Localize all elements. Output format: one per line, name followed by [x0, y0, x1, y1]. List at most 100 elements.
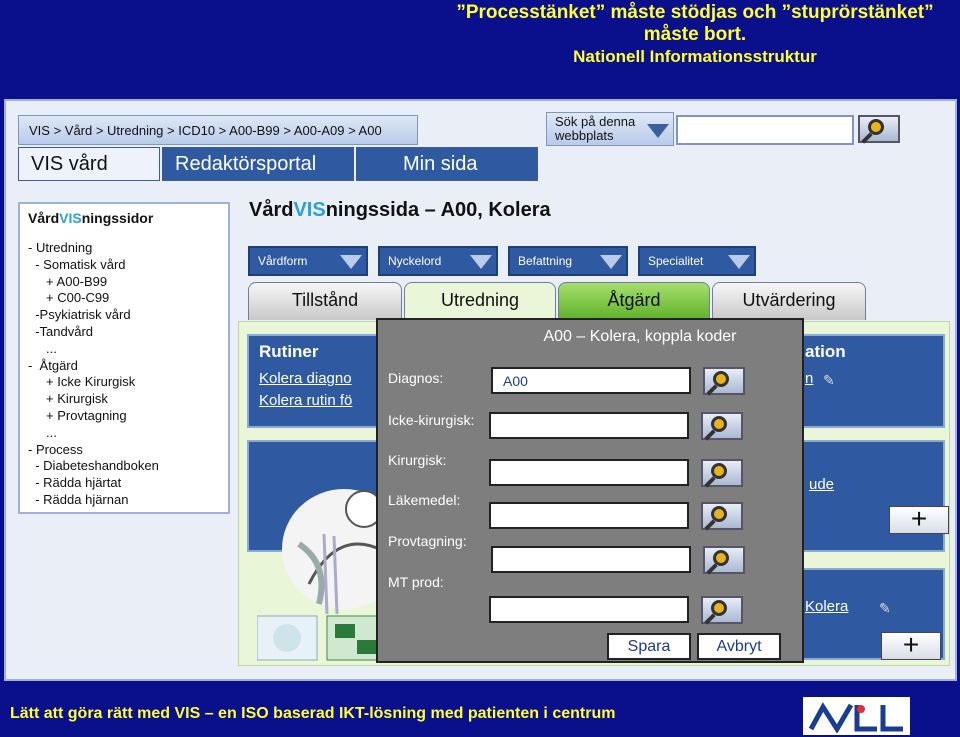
chevron-down-icon: [340, 255, 362, 269]
rutiner-link-diagnos[interactable]: Kolera diagno: [259, 370, 352, 387]
cancel-button[interactable]: Avbryt: [697, 633, 781, 660]
page-title: VårdVISningssida – A00, Kolera: [249, 199, 551, 222]
filter-label: Befattning: [518, 254, 573, 268]
leftnav-item[interactable]: - Process: [28, 442, 220, 459]
kirurgisk-input[interactable]: [489, 459, 689, 486]
diagnos-input[interactable]: A00: [491, 367, 691, 394]
add-button[interactable]: +: [889, 505, 949, 534]
leftnav-item[interactable]: - Diabeteshandboken: [28, 458, 220, 475]
medical-clipart: [257, 615, 384, 661]
label-mt-prod: MT prod:: [388, 574, 444, 590]
lower-right-panel: Kolera ✎ +: [799, 568, 945, 660]
tab-redaktorsportal[interactable]: Redaktörsportal: [162, 147, 354, 181]
nll-logo-icon: [803, 697, 910, 735]
filter-vardform[interactable]: Vårdform: [248, 246, 368, 276]
pencil-icon[interactable]: ✎: [823, 372, 835, 389]
information-title: ation: [805, 342, 846, 361]
lookup-diagnos-button[interactable]: [703, 367, 745, 395]
pencil-icon[interactable]: ✎: [879, 600, 891, 617]
search-icon: [713, 371, 729, 387]
leftnav-heading-prefix: Vård: [28, 210, 60, 226]
add-button[interactable]: +: [881, 631, 941, 660]
search-icon: [711, 600, 727, 616]
lakemedel-input[interactable]: [489, 502, 689, 529]
leftnav-heading-vis: VIS: [59, 210, 82, 226]
label-kirurgisk: Kirurgisk:: [388, 452, 447, 468]
label-icke-kirurgisk: Icke-kirurgisk:: [388, 412, 475, 428]
leftnav-item[interactable]: + A00-B99: [28, 274, 220, 291]
filter-specialitet[interactable]: Specialitet: [638, 246, 756, 276]
slide-title: ”Processtänket” måste stödjas och ”stupr…: [440, 2, 950, 68]
slide-footer: Lätt att göra rätt med VIS – en ISO base…: [10, 705, 616, 722]
leftnav-heading: VårdVISningssidor: [28, 210, 220, 226]
chevron-down-icon: [470, 255, 492, 269]
lookup-mt-prod-button[interactable]: [701, 596, 743, 624]
leftnav-item[interactable]: + C00-C99: [28, 290, 220, 307]
tab-atgard[interactable]: Åtgärd: [558, 282, 710, 320]
leftnav-item[interactable]: -Tandvård: [28, 324, 220, 341]
information-link[interactable]: n: [805, 370, 813, 387]
page-title-vis: VIS: [293, 199, 326, 221]
label-provtagning: Provtagning:: [388, 533, 467, 549]
leftnav-list: - Utredning - Somatisk vård + A00-B99 + …: [28, 240, 220, 509]
page-title-prefix: Vård: [249, 199, 294, 221]
chevron-down-icon: [600, 255, 622, 269]
slide-title-line1: ”Processtänket” måste stödjas och ”stupr…: [456, 2, 934, 45]
rutiner-link-rutin[interactable]: Kolera rutin fö: [259, 392, 352, 409]
leftnav-item[interactable]: - Åtgärd: [28, 358, 220, 375]
information-panel: ation n ✎: [799, 334, 945, 428]
link-codes-dialog: A00 – Kolera, koppla koder Diagnos: A00 …: [376, 318, 804, 663]
leftnav-item[interactable]: + Kirurgisk: [28, 391, 220, 408]
right-link-fragment[interactable]: ude: [809, 476, 834, 493]
leftnav-item[interactable]: ...: [28, 425, 220, 442]
search-icon: [713, 550, 729, 566]
chevron-down-icon: [728, 255, 750, 269]
search-icon: [868, 119, 884, 135]
left-navigation: VårdVISningssidor - Utredning - Somatisk…: [18, 202, 230, 514]
rutiner-panel: Rutiner Kolera diagno Kolera rutin fö: [247, 334, 387, 428]
chevron-down-icon: [647, 124, 669, 138]
lookup-lakemedel-button[interactable]: [701, 502, 743, 530]
search-button[interactable]: [858, 115, 900, 143]
leftnav-item[interactable]: - Utredning: [28, 240, 220, 257]
leftnav-heading-suffix: ningssidor: [81, 210, 154, 226]
leftnav-item[interactable]: + Icke Kirurgisk: [28, 374, 220, 391]
lookup-icke-kirurgisk-button[interactable]: [701, 412, 743, 440]
leftnav-item[interactable]: + Provtagning: [28, 408, 220, 425]
leftnav-item[interactable]: - Somatisk vård: [28, 257, 220, 274]
tab-tillstand[interactable]: Tillstånd: [248, 282, 402, 320]
leftnav-item[interactable]: - Rädda hjärnan: [28, 492, 220, 509]
lookup-kirurgisk-button[interactable]: [701, 459, 743, 487]
search-scope-label: Sök på denna webbplats: [555, 114, 636, 143]
tab-min-sida[interactable]: Min sida: [356, 147, 538, 181]
nll-logo-graphic: [808, 702, 903, 733]
page-title-suffix: ningssida – A00, Kolera: [325, 199, 551, 221]
kolera-link[interactable]: Kolera: [805, 598, 848, 615]
leftnav-item[interactable]: -Psykiatrisk vård: [28, 307, 220, 324]
search-input[interactable]: [676, 115, 854, 145]
filter-label: Nyckelord: [388, 254, 442, 268]
slide-title-line2: Nationell Informationsstruktur: [573, 47, 817, 66]
tab-vis-vard[interactable]: VIS vård: [18, 147, 160, 181]
save-button[interactable]: Spara: [607, 633, 691, 660]
filter-label: Specialitet: [648, 254, 704, 268]
filter-nyckelord[interactable]: Nyckelord: [378, 246, 498, 276]
search-icon: [711, 463, 727, 479]
tab-utredning[interactable]: Utredning: [404, 282, 556, 320]
leftnav-item[interactable]: - Rädda hjärtat: [28, 475, 220, 492]
filter-befattning[interactable]: Befattning: [508, 246, 628, 276]
dialog-title: A00 – Kolera, koppla koder: [543, 328, 737, 345]
label-diagnos: Diagnos:: [388, 370, 444, 386]
tab-utvardering[interactable]: Utvärdering: [712, 282, 866, 320]
provtagning-input[interactable]: [491, 546, 691, 573]
rutiner-title: Rutiner: [259, 342, 319, 361]
search-scope-dropdown[interactable]: Sök på denna webbplats: [546, 112, 674, 146]
filter-label: Vårdform: [258, 254, 308, 268]
label-lakemedel: Läkemedel:: [388, 492, 461, 508]
breadcrumb[interactable]: VIS > Vård > Utredning > ICD10 > A00-B99…: [18, 115, 418, 145]
lookup-provtagning-button[interactable]: [703, 546, 745, 574]
leftnav-item[interactable]: ...: [28, 341, 220, 358]
icke-kirurgisk-input[interactable]: [489, 412, 689, 439]
mt-prod-input[interactable]: [489, 596, 689, 623]
search-icon: [711, 416, 727, 432]
